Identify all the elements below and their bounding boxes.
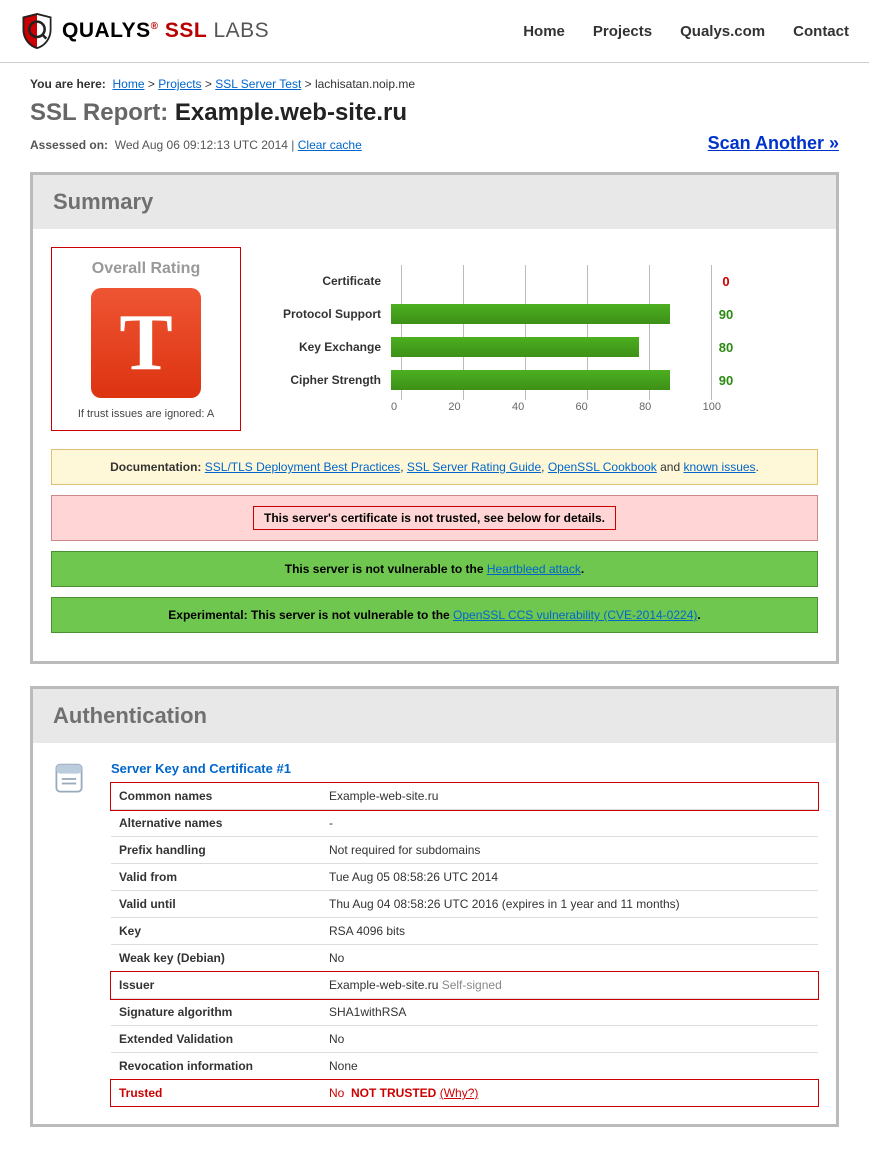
overall-rating-box: Overall Rating T If trust issues are ign… bbox=[51, 247, 241, 431]
doc-link-best-practices[interactable]: SSL/TLS Deployment Best Practices bbox=[205, 460, 400, 474]
row-common-names: Common namesExample-web-site.ru bbox=[111, 783, 818, 810]
bar-fill bbox=[391, 337, 639, 357]
row-ev: Extended ValidationNo bbox=[111, 1026, 818, 1053]
scan-another-link[interactable]: Scan Another » bbox=[708, 133, 839, 154]
breadcrumb-label: You are here: bbox=[30, 77, 106, 91]
certificate-icon bbox=[51, 761, 87, 797]
ccs-link[interactable]: OpenSSL CCS vulnerability (CVE-2014-0224… bbox=[453, 608, 697, 622]
row-issuer: IssuerExample-web-site.ru Self-signed bbox=[111, 972, 818, 999]
documentation-box: Documentation: SSL/TLS Deployment Best P… bbox=[51, 449, 818, 485]
title-host: Example.web-site.ru bbox=[175, 99, 407, 126]
bar-score: 0 bbox=[701, 274, 751, 289]
nav-home[interactable]: Home bbox=[523, 23, 565, 40]
authentication-panel: Authentication Server Key and Certificat… bbox=[30, 686, 839, 1127]
page-title: SSL Report: Example.web-site.ru bbox=[30, 99, 839, 127]
row-key: KeyRSA 4096 bits bbox=[111, 918, 818, 945]
doc-link-known-issues[interactable]: known issues bbox=[684, 460, 756, 474]
logo[interactable]: QUALYS® SSL LABS bbox=[20, 12, 269, 50]
alert-heartbleed-text: This server is not vulnerable to the bbox=[285, 562, 487, 576]
authentication-heading: Authentication bbox=[33, 689, 836, 743]
bar-score: 90 bbox=[701, 307, 751, 322]
alert-untrusted: This server's certificate is not trusted… bbox=[51, 495, 818, 541]
row-signature: Signature algorithmSHA1withRSA bbox=[111, 999, 818, 1026]
nav-contact[interactable]: Contact bbox=[793, 23, 849, 40]
bar-fill bbox=[391, 370, 670, 390]
header-bar: QUALYS® SSL LABS Home Projects Qualys.co… bbox=[0, 0, 869, 63]
alert-untrusted-text: This server's certificate is not trusted… bbox=[253, 506, 616, 530]
trusted-why-link[interactable]: (Why?) bbox=[440, 1086, 479, 1100]
alert-ccs-text: Experimental: This server is not vulnera… bbox=[168, 608, 453, 622]
assessed-on: Assessed on: Wed Aug 06 09:12:13 UTC 201… bbox=[30, 138, 362, 152]
summary-panel: Summary Overall Rating T If trust issues… bbox=[30, 172, 839, 664]
clear-cache-link[interactable]: Clear cache bbox=[298, 138, 362, 152]
row-valid-from: Valid fromTue Aug 05 08:58:26 UTC 2014 bbox=[111, 864, 818, 891]
bar-score: 80 bbox=[701, 340, 751, 355]
row-weak-key: Weak key (Debian)No bbox=[111, 945, 818, 972]
title-prefix: SSL Report: bbox=[30, 99, 175, 126]
bar-row-certificate: Certificate 0 bbox=[271, 267, 818, 295]
score-bars: Certificate 0 Protocol Support 90 Key Ex… bbox=[271, 247, 818, 431]
alert-heartbleed: This server is not vulnerable to the Hea… bbox=[51, 551, 818, 587]
bar-row-protocol: Protocol Support 90 bbox=[271, 300, 818, 328]
bar-label: Cipher Strength bbox=[271, 373, 391, 387]
logo-text: QUALYS® SSL LABS bbox=[62, 19, 269, 43]
bar-label: Protocol Support bbox=[271, 307, 391, 321]
breadcrumb-leaf: lachisatan.noip.me bbox=[315, 77, 415, 91]
breadcrumb-ssltest[interactable]: SSL Server Test bbox=[215, 77, 301, 91]
breadcrumb-projects[interactable]: Projects bbox=[158, 77, 201, 91]
rating-note: If trust issues are ignored: A bbox=[62, 408, 230, 420]
row-prefix: Prefix handlingNot required for subdomai… bbox=[111, 837, 818, 864]
row-trusted: TrustedNo NOT TRUSTED (Why?) bbox=[111, 1080, 818, 1107]
bar-score: 90 bbox=[701, 373, 751, 388]
bar-label: Certificate bbox=[271, 274, 391, 288]
assessed-ts: Wed Aug 06 09:12:13 UTC 2014 bbox=[115, 138, 288, 152]
doc-link-rating-guide[interactable]: SSL Server Rating Guide bbox=[407, 460, 541, 474]
grade-badge: T bbox=[91, 288, 201, 398]
nav-qualys[interactable]: Qualys.com bbox=[680, 23, 765, 40]
doc-link-openssl-cookbook[interactable]: OpenSSL Cookbook bbox=[548, 460, 657, 474]
summary-heading: Summary bbox=[33, 175, 836, 229]
alert-ccs: Experimental: This server is not vulnera… bbox=[51, 597, 818, 633]
cert-section-title: Server Key and Certificate #1 bbox=[111, 761, 818, 776]
bar-label: Key Exchange bbox=[271, 340, 391, 354]
row-alt-names: Alternative names- bbox=[111, 810, 818, 837]
nav-projects[interactable]: Projects bbox=[593, 23, 652, 40]
bar-row-keyexchange: Key Exchange 80 bbox=[271, 333, 818, 361]
assessed-label: Assessed on: bbox=[30, 138, 108, 152]
chart-axis: 0 20 40 60 80 100 bbox=[391, 399, 721, 413]
cert-table: Common namesExample-web-site.ru Alternat… bbox=[111, 782, 818, 1106]
row-revocation: Revocation informationNone bbox=[111, 1053, 818, 1080]
heartbleed-link[interactable]: Heartbleed attack bbox=[487, 562, 581, 576]
bar-row-cipher: Cipher Strength 90 bbox=[271, 366, 818, 394]
bar-fill bbox=[391, 304, 670, 324]
row-valid-until: Valid untilThu Aug 04 08:58:26 UTC 2016 … bbox=[111, 891, 818, 918]
docs-label: Documentation: bbox=[110, 460, 205, 474]
rating-title: Overall Rating bbox=[62, 260, 230, 278]
shield-icon bbox=[20, 12, 54, 50]
breadcrumb: You are here: Home > Projects > SSL Serv… bbox=[30, 77, 839, 91]
top-nav: Home Projects Qualys.com Contact bbox=[523, 23, 849, 40]
breadcrumb-home[interactable]: Home bbox=[112, 77, 144, 91]
